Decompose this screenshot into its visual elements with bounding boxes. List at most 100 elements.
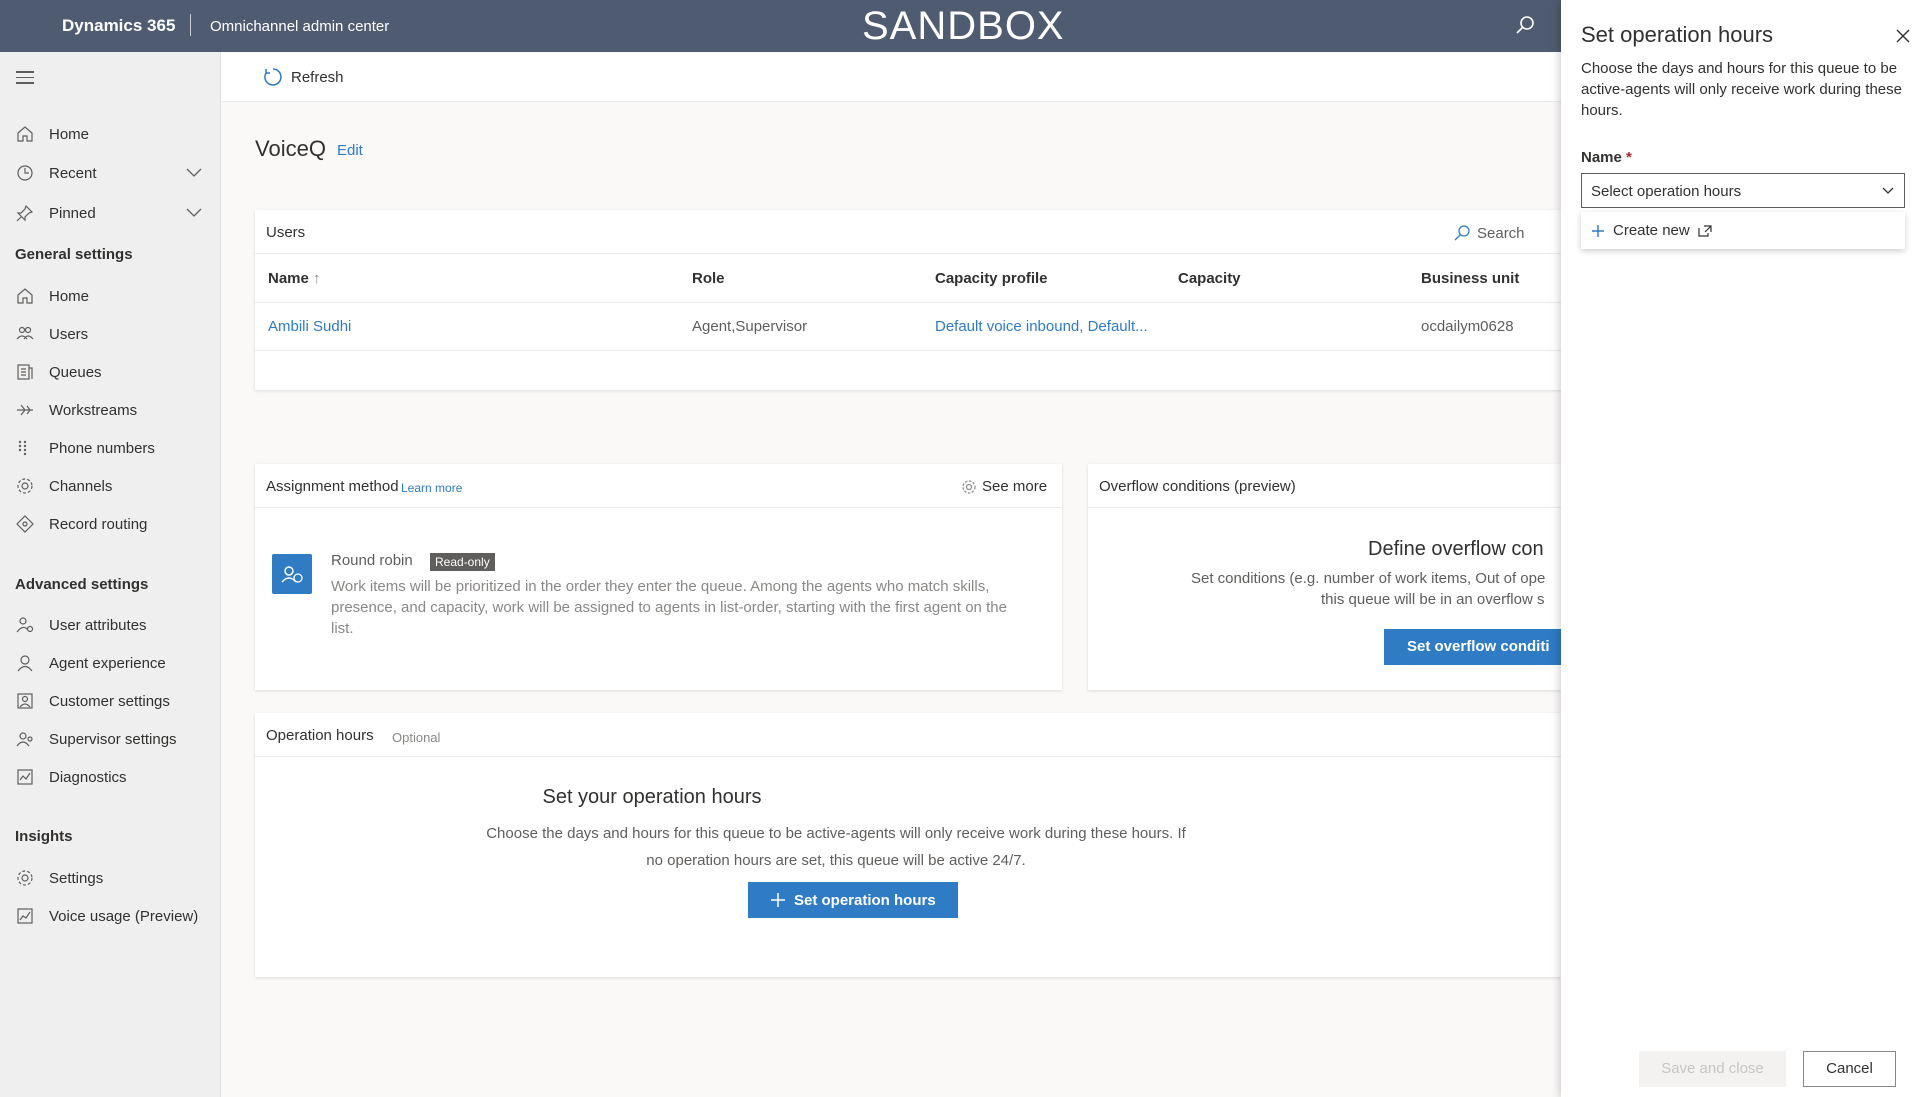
settings-gear-icon xyxy=(17,870,33,886)
nav-item-label: Voice usage (Preview) xyxy=(49,907,199,925)
chevron-down-icon[interactable] xyxy=(186,208,202,218)
overflow-card-header: Overflow conditions (preview) xyxy=(1088,464,1561,508)
left-navigation: Home Recent Pinned General settings Home… xyxy=(0,52,221,1097)
pin-icon xyxy=(16,204,34,222)
nav-item-label: Workstreams xyxy=(49,401,138,419)
agent-icon xyxy=(17,655,33,672)
hamburger-menu-icon[interactable] xyxy=(16,71,34,85)
nav-item-label: Channels xyxy=(49,477,113,495)
nav-item-recent[interactable]: Recent xyxy=(0,156,220,190)
nav-item-home[interactable]: Home xyxy=(0,117,220,151)
nav-item-label: Recent xyxy=(49,164,97,182)
environment-label: SANDBOX xyxy=(862,4,1065,48)
operation-hours-card-header: Operation hours Optional xyxy=(255,713,1561,757)
assignment-method-description: Work items will be prioritized in the or… xyxy=(331,578,1007,637)
assignment-method-name: Round robin xyxy=(331,552,413,569)
supervisor-icon xyxy=(16,732,33,747)
nav-item-voice-usage[interactable]: Voice usage (Preview) xyxy=(0,899,220,933)
round-robin-icon xyxy=(272,554,312,594)
search-icon[interactable] xyxy=(1514,14,1536,36)
chart-icon xyxy=(17,908,33,924)
see-more-button[interactable]: See more xyxy=(961,478,1047,495)
column-header-business-unit[interactable]: Business unit xyxy=(1421,270,1519,287)
column-header-role[interactable]: Role xyxy=(692,270,725,287)
users-search[interactable]: Search xyxy=(1453,224,1525,242)
nav-item-customer-settings[interactable]: Customer settings xyxy=(0,684,220,718)
row-divider xyxy=(255,350,1561,351)
operation-hours-description: Choose the days and hours for this queue… xyxy=(486,825,1186,869)
column-header-capacity[interactable]: Capacity xyxy=(1178,270,1241,287)
nav-item-users[interactable]: Users xyxy=(0,317,220,351)
nav-item-label: User attributes xyxy=(49,616,147,634)
nav-item-label: Customer settings xyxy=(49,692,170,710)
channel-gear-icon xyxy=(17,478,33,494)
user-name-link[interactable]: Ambili Sudhi xyxy=(268,318,351,335)
operation-hours-heading: Set your operation hours xyxy=(542,786,762,808)
clock-icon xyxy=(17,165,33,181)
column-header-name[interactable]: Name ↑ xyxy=(268,270,321,287)
gear-icon xyxy=(962,479,976,494)
chevron-down-icon xyxy=(1882,187,1894,194)
panel-title: Set operation hours xyxy=(1581,22,1774,47)
nav-item-label: Record routing xyxy=(49,515,148,533)
nav-item-agent-experience[interactable]: Agent experience xyxy=(0,646,220,680)
nav-item-label: Users xyxy=(49,325,89,343)
overflow-conditions-card: Overflow conditions (preview) Define ove… xyxy=(1088,464,1561,690)
nav-item-general-home[interactable]: Home xyxy=(0,279,220,313)
nav-item-phone-numbers[interactable]: Phone numbers xyxy=(0,431,220,465)
nav-item-user-attributes[interactable]: User attributes xyxy=(0,608,220,642)
home-icon xyxy=(17,126,33,142)
name-field-label: Name * xyxy=(1581,149,1632,166)
nav-item-queues[interactable]: Queues xyxy=(0,355,220,389)
overflow-heading: Define overflow con xyxy=(1368,538,1544,560)
optional-label: Optional xyxy=(392,730,441,745)
required-marker: * xyxy=(1626,149,1632,166)
workstream-icon xyxy=(17,404,33,416)
command-bar: Refresh xyxy=(221,52,1561,102)
edit-link[interactable]: Edit xyxy=(337,142,363,159)
user-capacity-profile-link[interactable]: Default voice inbound, Default... xyxy=(935,318,1148,335)
refresh-button[interactable]: Refresh xyxy=(263,67,344,87)
plus-icon xyxy=(1592,224,1604,237)
nav-item-supervisor-settings[interactable]: Supervisor settings xyxy=(0,722,220,756)
column-header-capacity-profile[interactable]: Capacity profile xyxy=(935,270,1048,287)
create-new-option[interactable]: Create new xyxy=(1581,212,1905,249)
set-overflow-conditions-button[interactable]: Set overflow conditi xyxy=(1384,629,1561,665)
header-divider xyxy=(190,14,191,36)
users-card-title: Users xyxy=(266,224,306,241)
plus-icon xyxy=(771,893,785,907)
operation-hours-card-title: Operation hours xyxy=(266,727,374,744)
assignment-card-title: Assignment method xyxy=(266,478,399,495)
nav-item-label: Settings xyxy=(49,869,104,887)
close-icon[interactable] xyxy=(1895,28,1911,44)
diagnostics-icon xyxy=(17,769,33,785)
user-attributes-icon xyxy=(16,617,34,633)
set-operation-hours-button[interactable]: Set operation hours xyxy=(748,882,958,918)
save-and-close-button[interactable]: Save and close xyxy=(1639,1051,1786,1087)
nav-item-label: Home xyxy=(49,125,90,143)
users-search-placeholder: Search xyxy=(1477,224,1525,242)
header-divider xyxy=(255,302,1561,303)
operation-hours-select[interactable]: Select operation hours xyxy=(1581,173,1905,208)
nav-item-pinned[interactable]: Pinned xyxy=(0,196,220,230)
nav-item-record-routing[interactable]: Record routing xyxy=(0,507,220,541)
app-name[interactable]: Omnichannel admin center xyxy=(210,18,389,35)
nav-item-label: Pinned xyxy=(49,204,96,222)
see-more-label: See more xyxy=(982,478,1048,495)
nav-item-channels[interactable]: Channels xyxy=(0,469,220,503)
set-operation-hours-label: Set operation hours xyxy=(794,891,936,909)
chevron-down-icon[interactable] xyxy=(186,168,202,178)
learn-more-link[interactable]: Learn more xyxy=(401,481,462,495)
sort-ascending-icon: ↑ xyxy=(313,270,321,287)
cancel-button[interactable]: Cancel xyxy=(1803,1051,1896,1087)
nav-item-workstreams[interactable]: Workstreams xyxy=(0,393,220,427)
select-placeholder: Select operation hours xyxy=(1591,183,1742,200)
nav-item-label: Home xyxy=(49,287,90,305)
queue-icon xyxy=(17,364,33,380)
brand-name[interactable]: Dynamics 365 xyxy=(62,16,175,36)
user-business-unit: ocdailym0628 xyxy=(1421,318,1514,335)
users-icon xyxy=(16,326,34,340)
refresh-label: Refresh xyxy=(291,68,344,86)
nav-item-insights-settings[interactable]: Settings xyxy=(0,861,220,895)
customer-icon xyxy=(17,693,33,709)
